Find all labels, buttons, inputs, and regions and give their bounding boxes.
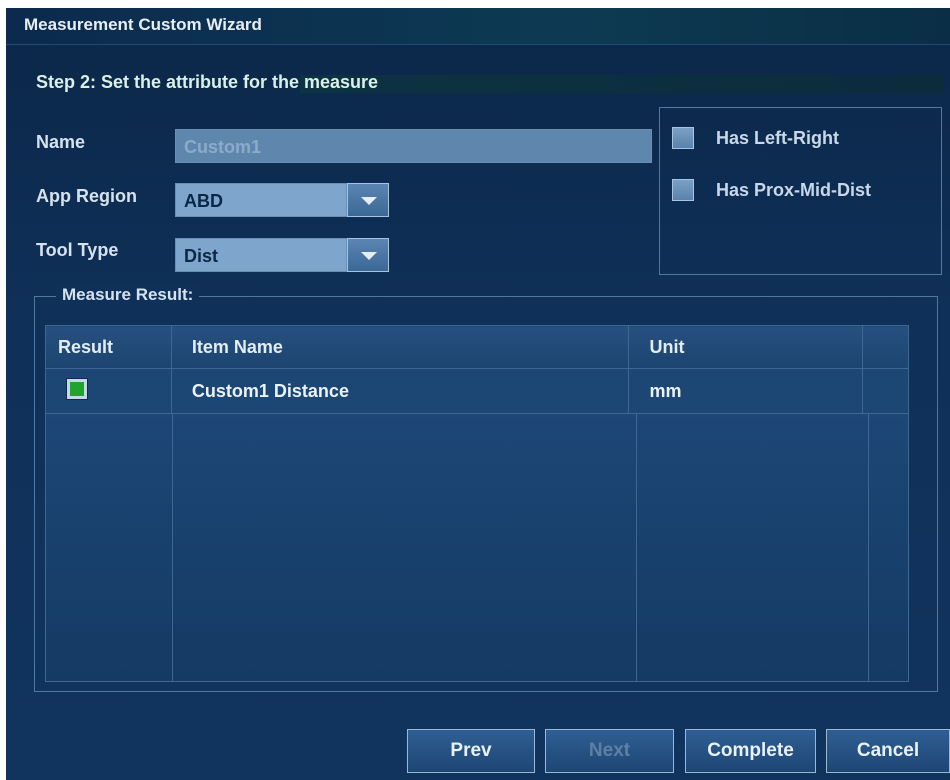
table-row[interactable]: Custom1 Distance mm [45,368,909,414]
table-header-row: Result Item Name Unit [45,325,909,369]
has-prox-mid-dist-label: Has Prox-Mid-Dist [716,180,872,200]
column-header-blank [862,325,909,369]
app-region-label: App Region [36,186,137,206]
name-label: Name [36,132,86,152]
chevron-down-icon [361,197,377,205]
checkmark-fill [70,381,84,396]
result-checkbox[interactable] [66,377,88,400]
app-region-select[interactable]: ABD [175,183,347,217]
step-instruction: Step 2: Set the attribute for the measur… [36,72,379,92]
app-region-dropdown-button[interactable] [347,183,389,217]
has-left-right-label: Has Left-Right [716,128,839,148]
window-title: Measurement Custom Wizard [24,15,262,34]
tool-type-label: Tool Type [36,240,119,260]
item-name-cell: Custom1 Distance [170,368,630,414]
blank-cell [862,368,909,414]
unit-cell: mm [628,368,864,414]
column-header-item-name[interactable]: Item Name [170,325,630,369]
result-table-body [45,412,909,682]
name-field[interactable]: Custom1 [175,129,652,163]
cancel-button[interactable]: Cancel [826,729,950,773]
has-prox-mid-dist-checkbox[interactable] [672,179,694,201]
column-header-unit[interactable]: Unit [628,325,864,369]
tool-type-select[interactable]: Dist [175,238,347,272]
has-left-right-checkbox[interactable] [672,127,694,149]
complete-button[interactable]: Complete [685,729,816,773]
result-table: Result Item Name Unit Custom1 Distance m… [45,325,909,414]
tool-type-dropdown-button[interactable] [347,238,389,272]
step-highlight [300,75,944,93]
title-bar: Measurement Custom Wizard [6,8,950,45]
column-divider [172,412,173,682]
result-cell[interactable] [45,368,172,414]
column-divider [636,412,637,682]
next-button[interactable]: Next [545,729,674,773]
measure-result-legend: Measure Result: [56,285,200,305]
chevron-down-icon [361,252,377,260]
prev-button[interactable]: Prev [407,729,535,773]
column-divider [868,412,869,682]
column-header-result[interactable]: Result [45,325,172,369]
